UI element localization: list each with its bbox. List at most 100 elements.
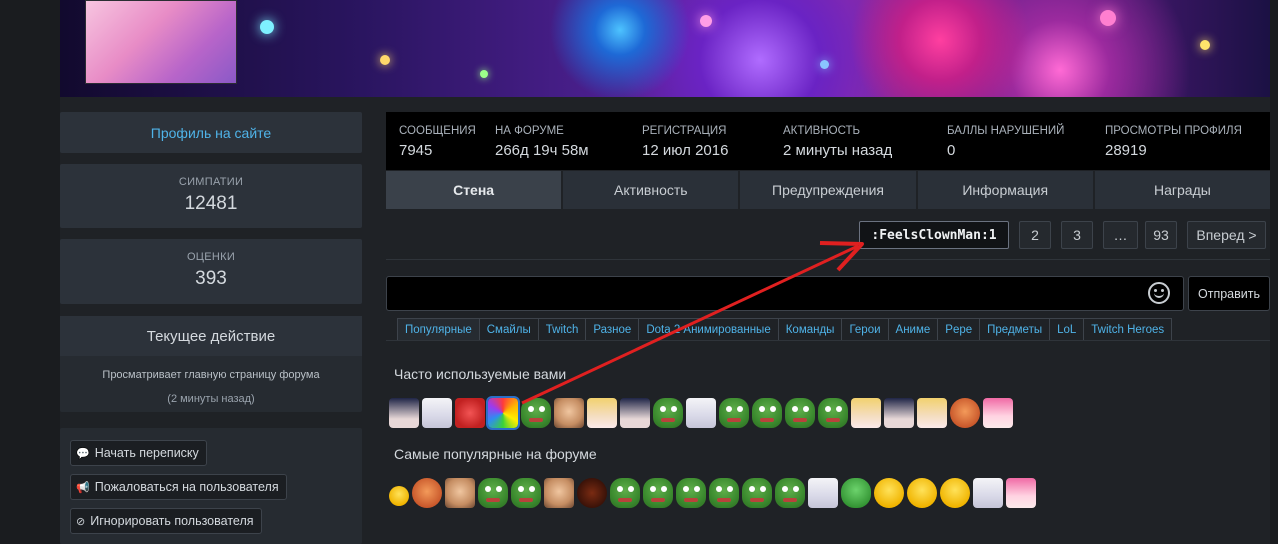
pepe-emoji[interactable] — [511, 478, 541, 508]
likes-block: СИМПАТИИ 12481 — [60, 164, 362, 228]
pepe-emoji[interactable] — [775, 478, 805, 508]
next-page-button[interactable]: Вперед > — [1187, 221, 1266, 249]
smiley-icon[interactable] — [1148, 282, 1170, 304]
user-actions-block: 💬 Начать переписку 📢 Пожаловаться на пол… — [60, 428, 362, 544]
start-conversation-button[interactable]: 💬 Начать переписку — [70, 440, 207, 466]
tab-activity[interactable]: Активность — [563, 171, 741, 209]
anime-emoji[interactable] — [917, 398, 947, 428]
page-current[interactable]: :FeelsClownMan:1 — [859, 221, 1009, 249]
pepe-emoji[interactable] — [709, 478, 739, 508]
anime-emoji[interactable] — [686, 398, 716, 428]
frequent-emoji-row — [389, 396, 1016, 430]
anime-emoji[interactable] — [983, 398, 1013, 428]
pepe-emoji[interactable] — [719, 398, 749, 428]
emoji-tab-heroes[interactable]: Герои — [841, 318, 889, 340]
tab-wall[interactable]: Стена — [386, 171, 564, 209]
tab-information[interactable]: Информация — [917, 171, 1095, 209]
pepe-emoji[interactable] — [478, 478, 508, 508]
avatar[interactable] — [85, 0, 237, 84]
pepe-emoji[interactable] — [610, 478, 640, 508]
smiley-emoji[interactable] — [874, 478, 904, 508]
face-emoji[interactable] — [412, 478, 442, 508]
emoji-tab-anime[interactable]: Аниме — [887, 318, 939, 340]
pepe-emoji[interactable] — [521, 398, 551, 428]
stat-label: ПРОСМОТРЫ ПРОФИЛЯ — [1105, 125, 1242, 137]
anime-emoji[interactable] — [1006, 478, 1036, 508]
pepe-emoji[interactable] — [676, 478, 706, 508]
stat-value: 7945 — [399, 142, 433, 159]
ratings-value: 393 — [195, 268, 227, 289]
emoji-tab-twitch-heroes[interactable]: Twitch Heroes — [1083, 318, 1173, 340]
stat-label: СООБЩЕНИЯ — [399, 125, 476, 137]
profile-on-site-link[interactable]: Профиль на сайте — [60, 112, 362, 153]
pepe-emoji[interactable] — [785, 398, 815, 428]
stat-warning-points: БАЛЛЫ НАРУШЕНИЙ 0 — [947, 112, 1064, 159]
page-link[interactable]: 3 — [1061, 221, 1093, 249]
pepe-emoji[interactable] — [752, 398, 782, 428]
popular-emoji-row — [389, 477, 1039, 509]
anime-emoji[interactable] — [884, 398, 914, 428]
page-link[interactable]: 93 — [1145, 221, 1177, 249]
start-conversation-label: Начать переписку — [94, 446, 199, 460]
pepe-emoji[interactable] — [653, 398, 683, 428]
face-emoji[interactable] — [577, 478, 607, 508]
smiley-emoji[interactable] — [940, 478, 970, 508]
stat-value: 0 — [947, 142, 956, 159]
current-activity-block: Текущее действие Просматривает главную с… — [60, 316, 362, 412]
smiley-emoji[interactable] — [907, 478, 937, 508]
stat-label: БАЛЛЫ НАРУШЕНИЙ — [947, 125, 1065, 137]
likes-label: СИМПАТИИ — [178, 176, 244, 188]
pepe-emoji[interactable] — [643, 478, 673, 508]
anime-emoji[interactable] — [455, 398, 485, 428]
divider — [386, 259, 1270, 260]
face-emoji[interactable] — [445, 478, 475, 508]
chat-icon: 💬 — [76, 447, 90, 460]
tab-warnings[interactable]: Предупреждения — [740, 171, 918, 209]
smiley-emoji[interactable] — [389, 486, 409, 506]
anime-emoji[interactable] — [973, 478, 1003, 508]
green-blob-emoji[interactable] — [841, 478, 871, 508]
wall-message-input[interactable] — [386, 276, 1184, 311]
stat-time-on-forum: НА ФОРУМЕ 266д 19ч 58м — [495, 112, 589, 159]
face-emoji[interactable] — [950, 398, 980, 428]
ratings-block: ОЦЕНКИ 393 — [60, 239, 362, 304]
send-button[interactable]: Отправить — [1188, 276, 1270, 311]
pepe-emoji[interactable] — [818, 398, 848, 428]
current-activity-title: Текущее действие — [60, 316, 362, 356]
feels-clown-man-emoji[interactable] — [486, 396, 520, 430]
megaphone-icon: 📢 — [76, 481, 90, 494]
ignore-user-button[interactable]: ⊘ Игнорировать пользователя — [70, 508, 262, 534]
emoji-tab-twitch[interactable]: Twitch — [537, 318, 587, 340]
anime-emoji[interactable] — [587, 398, 617, 428]
face-emoji[interactable] — [544, 478, 574, 508]
emoji-tab-pepe[interactable]: Pepe — [937, 318, 981, 340]
anime-emoji[interactable] — [851, 398, 881, 428]
report-user-button[interactable]: 📢 Пожаловаться на пользователя — [70, 474, 287, 500]
current-activity-time: (2 минуты назад) — [167, 393, 255, 405]
emoji-tab-popular[interactable]: Популярные — [397, 318, 480, 340]
stat-messages: СООБЩЕНИЯ 7945 — [399, 112, 476, 159]
page-link[interactable]: 2 — [1019, 221, 1051, 249]
profile-stats-row: СООБЩЕНИЯ 7945 НА ФОРУМЕ 266д 19ч 58м РЕ… — [386, 112, 1270, 170]
anime-emoji[interactable] — [389, 398, 419, 428]
emoji-tab-lol[interactable]: LoL — [1049, 318, 1085, 340]
frequent-emoji-title: Часто используемые вами — [394, 366, 567, 382]
stat-activity: АКТИВНОСТЬ 2 минуты назад — [783, 112, 892, 159]
ignore-user-label: Игнорировать пользователя — [90, 514, 254, 528]
emoji-tab-items[interactable]: Предметы — [979, 318, 1051, 340]
stat-value: 28919 — [1105, 142, 1147, 159]
stat-value: 12 июл 2016 — [642, 142, 729, 159]
emoji-tab-dota2-animated[interactable]: Dota 2 Анимированные — [638, 318, 779, 340]
emoji-tab-smileys[interactable]: Смайлы — [478, 318, 539, 340]
profile-banner — [60, 0, 1270, 97]
anime-emoji[interactable] — [808, 478, 838, 508]
anime-emoji[interactable] — [620, 398, 650, 428]
tab-awards[interactable]: Награды — [1094, 171, 1271, 209]
face-emoji[interactable] — [554, 398, 584, 428]
pepe-emoji[interactable] — [742, 478, 772, 508]
emoji-tab-teams[interactable]: Команды — [777, 318, 843, 340]
emoji-tab-misc[interactable]: Разное — [585, 318, 640, 340]
anime-emoji[interactable] — [422, 398, 452, 428]
ban-icon: ⊘ — [76, 515, 86, 528]
page-ellipsis[interactable]: … — [1103, 221, 1138, 249]
